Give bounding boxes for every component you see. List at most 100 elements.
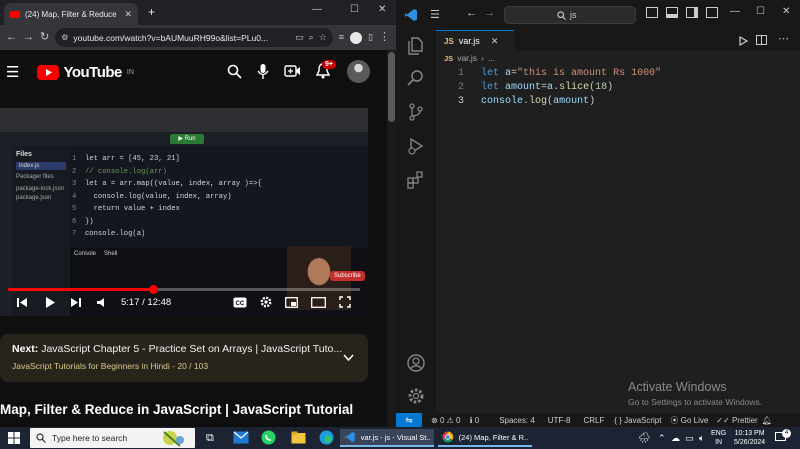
source-control-icon[interactable] [406, 102, 426, 122]
side-panel-icon[interactable]: ▯ [368, 33, 373, 42]
tab-shell[interactable]: Shell [104, 251, 117, 257]
chrome-tab-youtube[interactable]: (24) Map, Filter & Reduce in Ja ✕ [4, 3, 138, 25]
toggle-panel-icon[interactable] [666, 7, 678, 18]
site-info-icon[interactable]: ⚙ [61, 33, 68, 42]
status-go-live[interactable]: ⦿ Go Live [670, 415, 708, 426]
settings-gear-icon[interactable] [260, 296, 272, 308]
command-search-box[interactable]: js [504, 6, 636, 24]
code-editor[interactable]: 1 let a="this is amount Rs 1000" 2 let amou… [436, 66, 800, 366]
mail-icon[interactable] [233, 431, 249, 444]
fullscreen-icon[interactable] [339, 296, 351, 308]
file-item[interactable]: Packager files [16, 174, 66, 180]
task-view-icon[interactable]: ⧉ [202, 429, 218, 447]
search-icon[interactable] [406, 68, 426, 88]
taskbar-chrome-app[interactable]: (24) Map, Filter & R... [438, 429, 532, 447]
file-explorer-icon[interactable] [291, 431, 306, 444]
maximize-icon[interactable]: ☐ [350, 5, 359, 15]
clock[interactable]: 10:13 PM 5/26/2024 [734, 427, 765, 449]
up-next-card[interactable]: Next: JavaScript Chapter 5 - Practice Se… [0, 334, 368, 382]
code-line[interactable]: 3 console.log(amount) [436, 94, 800, 108]
volume-icon[interactable] [96, 297, 108, 308]
page-scrollbar-thumb[interactable] [388, 52, 395, 122]
notifications-bell-icon[interactable]: 🔔︎ [762, 416, 772, 425]
chrome-menu-icon[interactable]: ⋮ [379, 32, 390, 43]
language-indicator[interactable]: ENG IN [711, 427, 726, 449]
maximize-icon[interactable]: ☐ [756, 6, 765, 17]
taskbar-search-box[interactable]: Type here to search [30, 428, 195, 448]
minimize-icon[interactable]: — [312, 5, 322, 15]
extension-icon[interactable] [350, 31, 363, 44]
file-item[interactable]: package-lock.json [16, 186, 66, 192]
code-line[interactable]: 2 let amount=a.slice(18) [436, 80, 800, 94]
status-encoding[interactable]: UTF-8 [548, 416, 571, 425]
explorer-files-icon[interactable] [406, 36, 426, 56]
new-tab-icon[interactable]: + [148, 6, 155, 18]
close-window-icon[interactable]: ✕ [378, 5, 386, 15]
captions-icon[interactable]: CC [233, 297, 247, 308]
battery-icon[interactable]: ▭ [685, 427, 694, 449]
search-icon[interactable] [227, 64, 242, 79]
accounts-icon[interactable] [406, 353, 426, 373]
youtube-logo[interactable]: YouTube IN [37, 64, 134, 81]
theater-mode-icon[interactable] [311, 297, 326, 308]
microphone-icon[interactable] [257, 63, 269, 80]
next-icon[interactable] [70, 297, 82, 308]
run-code-icon[interactable] [739, 36, 748, 46]
create-video-icon[interactable] [284, 64, 301, 78]
windows-start-icon[interactable] [8, 432, 20, 444]
tab-var-js[interactable]: JS var.js ✕ [436, 30, 514, 51]
volume-icon[interactable]: 🔈︎ [699, 427, 704, 449]
status-prettier[interactable]: ✓✓ Prettier [716, 416, 757, 425]
whatsapp-icon[interactable] [261, 430, 276, 445]
taskbar-vscode-app[interactable]: var.js - js - Visual St... [340, 429, 434, 447]
minimize-icon[interactable]: — [730, 6, 740, 17]
play-icon[interactable] [45, 296, 56, 309]
editor-scrollbar[interactable] [793, 66, 800, 386]
breadcrumb-file[interactable]: var.js [457, 53, 477, 63]
file-item[interactable]: index.js [16, 162, 66, 170]
run-button[interactable]: ▶ Run [170, 134, 204, 144]
cast-icon[interactable]: ▭ [295, 33, 304, 42]
extensions-icon[interactable] [406, 170, 426, 190]
menu-icon[interactable]: ☰ [430, 8, 440, 21]
previous-icon[interactable] [16, 297, 28, 308]
back-icon[interactable]: ← [6, 32, 17, 43]
hamburger-menu-icon[interactable]: ☰ [6, 63, 19, 81]
run-debug-icon[interactable] [406, 136, 426, 156]
edge-browser-icon[interactable] [319, 430, 334, 445]
tab-console[interactable]: Console [74, 251, 96, 257]
bookmark-star-icon[interactable]: ☆ [319, 33, 327, 42]
toggle-secondary-sidebar-icon[interactable] [686, 7, 698, 18]
miniplayer-icon[interactable] [285, 297, 298, 308]
cloud-icon[interactable]: ☁ [671, 427, 680, 449]
file-item[interactable]: package.json [16, 195, 66, 201]
customize-layout-icon[interactable] [706, 7, 718, 18]
zoom-icon[interactable]: ⌕ [309, 33, 314, 42]
status-errors[interactable]: ⊗ 0 ⚠ 0 [431, 416, 460, 425]
show-hidden-icons-icon[interactable]: ⌃ [658, 427, 666, 449]
remote-indicator-icon[interactable]: ⇋ [396, 413, 422, 427]
split-editor-icon[interactable] [756, 35, 767, 45]
status-language[interactable]: { } JavaScript [614, 416, 661, 425]
breadcrumb-more[interactable]: ... [488, 53, 495, 63]
reading-list-icon[interactable]: ≡ [339, 33, 344, 42]
status-indentation[interactable]: Spaces: 4 [499, 416, 535, 425]
status-eol[interactable]: CRLF [583, 416, 604, 425]
video-player[interactable]: ▶ Run Files index.js Packager files pack… [0, 108, 368, 316]
chevron-down-icon[interactable] [343, 354, 354, 362]
avatar[interactable] [347, 60, 370, 83]
notification-center[interactable]: 4 [775, 427, 791, 449]
close-tab-icon[interactable]: ✕ [491, 36, 499, 47]
close-window-icon[interactable]: ✕ [782, 6, 790, 17]
address-bar[interactable]: ⚙ youtube.com/watch?v=bAUMuuRH99o&list=P… [55, 28, 333, 47]
nav-forward-icon[interactable]: → [484, 7, 495, 19]
nav-back-icon[interactable]: ← [466, 7, 477, 19]
toggle-sidebar-icon[interactable] [646, 7, 658, 18]
weather-icon[interactable]: 🌧︎ [638, 427, 651, 449]
close-tab-icon[interactable]: ✕ [124, 9, 132, 19]
reload-icon[interactable]: ↻ [40, 32, 49, 43]
forward-icon[interactable]: → [23, 32, 34, 43]
manage-gear-icon[interactable] [406, 386, 426, 406]
subscribe-badge[interactable]: Subscribe [330, 271, 365, 281]
more-actions-icon[interactable]: ⋯ [778, 32, 789, 45]
